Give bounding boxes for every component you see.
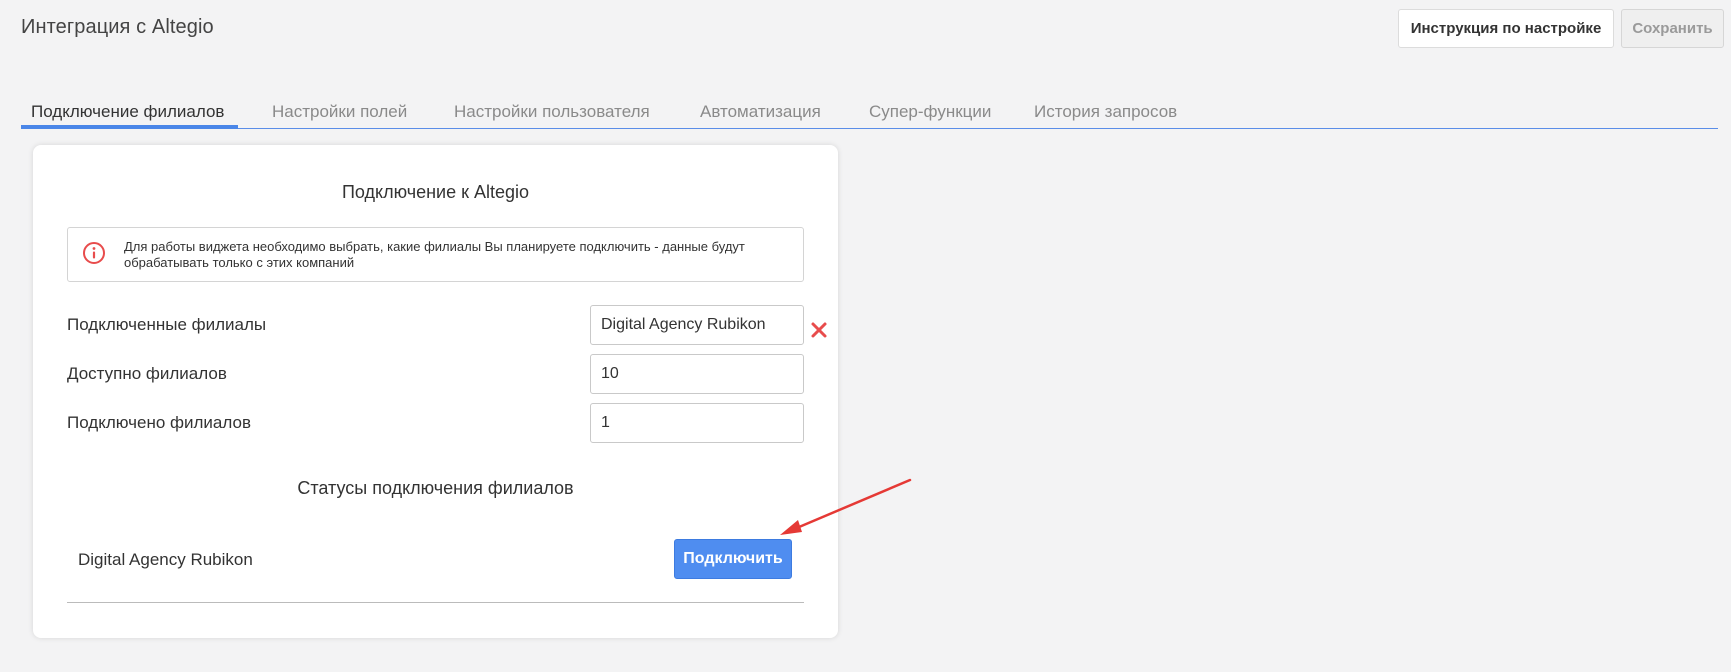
page-title: Интеграция с Altegio [21, 16, 214, 38]
tab-automation[interactable]: Автоматизация [700, 102, 821, 122]
tab-field-settings[interactable]: Настройки полей [272, 102, 407, 122]
connected-count-label: Подключено филиалов [67, 413, 251, 432]
annotation-arrow-icon [780, 478, 912, 535]
tab-super-functions[interactable]: Супер-функции [869, 102, 991, 122]
divider [67, 602, 804, 603]
statuses-title: Статусы подключения филиалов [297, 478, 574, 498]
available-branches-field[interactable]: 10 [590, 354, 804, 394]
branch-status-name: Digital Agency Rubikon [78, 550, 253, 569]
info-circle-icon [83, 242, 105, 264]
available-branches-label: Доступно филиалов [67, 364, 227, 383]
connection-card: Подключение к Altegio Для работы виджета… [33, 145, 838, 638]
save-button[interactable]: Сохранить [1621, 9, 1724, 48]
tab-user-settings[interactable]: Настройки пользователя [454, 102, 650, 122]
active-tab-indicator [21, 125, 238, 129]
connect-button[interactable]: Подключить [674, 539, 792, 579]
info-text: Для работы виджета необходимо выбрать, к… [124, 239, 745, 270]
connected-count-field[interactable]: 1 [590, 403, 804, 443]
tab-request-history[interactable]: История запросов [1034, 102, 1177, 122]
connected-branches-select[interactable]: Digital Agency Rubikon [590, 305, 804, 345]
tab-branch-connection[interactable]: Подключение филиалов [31, 102, 224, 122]
remove-branch-icon[interactable] [810, 321, 828, 339]
connected-branches-label: Подключенные филиалы [67, 315, 267, 334]
info-notice: Для работы виджета необходимо выбрать, к… [67, 227, 804, 282]
tab-bar: Подключение филиалов Настройки полей Нас… [21, 96, 1718, 129]
setup-instructions-button[interactable]: Инструкция по настройке [1398, 9, 1614, 48]
page: Интеграция с Altegio Инструкция по настр… [0, 0, 1731, 672]
card-title: Подключение к Altegio [341, 182, 530, 202]
